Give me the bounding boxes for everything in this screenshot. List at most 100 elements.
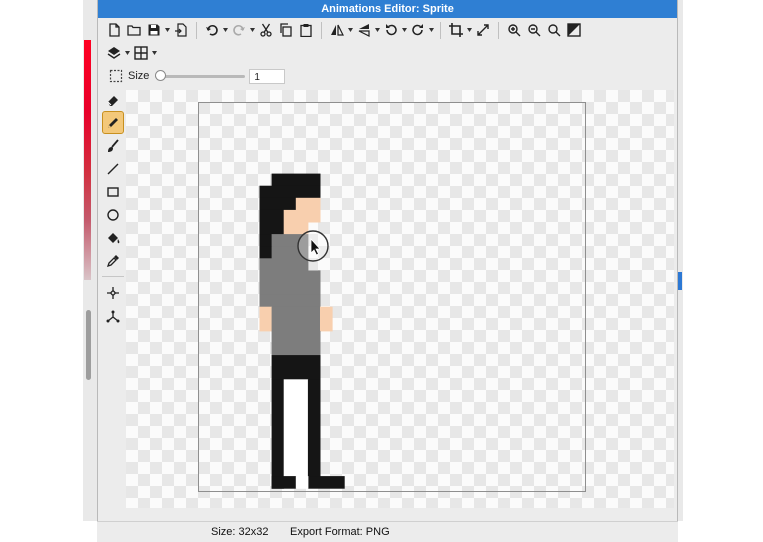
redo-icon (232, 23, 246, 37)
rectangle-icon (106, 185, 120, 199)
sprite-canvas-frame[interactable] (198, 102, 586, 492)
eyedropper-tool[interactable] (102, 249, 124, 272)
invert-icon (567, 23, 581, 37)
zoom-in-icon (507, 23, 521, 37)
size-slider-thumb[interactable] (155, 70, 167, 81)
tool-palette (102, 88, 124, 327)
sprite-pixel (271, 173, 321, 187)
crop-icon (449, 23, 463, 37)
size-label: Size (128, 70, 150, 82)
sprite-pixel (271, 476, 297, 489)
pencil-icon (106, 116, 120, 130)
toolbar-separator (498, 21, 499, 39)
toolbar-separator (321, 21, 322, 39)
save-button[interactable] (144, 20, 164, 40)
redo-button[interactable] (229, 20, 249, 40)
sprite-pixel (259, 185, 321, 199)
flip-horizontal-button[interactable] (327, 20, 347, 40)
pencil-tool[interactable] (102, 111, 124, 134)
sprite-pixel (271, 355, 321, 380)
save-icon (147, 23, 161, 37)
window-title: Animations Editor: Sprite (98, 0, 677, 18)
magic-wand-tool[interactable] (102, 281, 124, 304)
ellipse-tool[interactable] (102, 203, 124, 226)
dropdown-caret-icon[interactable] (428, 28, 435, 32)
status-size: Size: 32x32 (211, 526, 269, 538)
rotate-right-button[interactable] (408, 20, 428, 40)
sprite-pixel (259, 270, 321, 283)
dropdown-caret-icon[interactable] (124, 51, 131, 55)
new-file-button[interactable] (104, 20, 124, 40)
copy-icon (279, 23, 293, 37)
zoom-in-button[interactable] (504, 20, 524, 40)
undo-button[interactable] (202, 20, 222, 40)
sprite-pixel (295, 197, 321, 211)
cut-icon (259, 23, 273, 37)
dropdown-caret-icon[interactable] (151, 51, 158, 55)
background-color-strip (84, 40, 91, 280)
eraser-tool[interactable] (102, 88, 124, 111)
sprite-pixel (320, 306, 333, 332)
size-slider[interactable] (155, 70, 246, 82)
status-export-format: Export Format: PNG (290, 526, 390, 538)
import-button[interactable] (171, 20, 191, 40)
flip-vertical-icon (357, 23, 371, 37)
resize-button[interactable] (473, 20, 493, 40)
sprite-figure (259, 173, 345, 489)
view-toolbar (104, 43, 158, 63)
dropdown-caret-icon[interactable] (249, 28, 256, 32)
dropdown-caret-icon[interactable] (466, 28, 473, 32)
layers-button[interactable] (104, 43, 124, 63)
brush-tool[interactable] (102, 134, 124, 157)
copy-button[interactable] (276, 20, 296, 40)
zoom-actual-button[interactable] (544, 20, 564, 40)
line-tool[interactable] (102, 157, 124, 180)
crop-button[interactable] (446, 20, 466, 40)
paste-button[interactable] (296, 20, 316, 40)
grid-button[interactable] (131, 43, 151, 63)
selection-icon[interactable] (108, 68, 124, 84)
fill-bucket-tool[interactable] (102, 226, 124, 249)
sprite-pixel (271, 343, 321, 356)
rectangle-tool[interactable] (102, 180, 124, 203)
toolbar-separator (440, 21, 441, 39)
sprite-pixel (271, 330, 321, 344)
rotate-right-icon (411, 23, 425, 37)
open-folder-button[interactable] (124, 20, 144, 40)
ellipse-icon (106, 208, 120, 222)
sprite-pixel (259, 294, 321, 308)
undo-icon (205, 23, 219, 37)
flip-vertical-button[interactable] (354, 20, 374, 40)
invert-button[interactable] (564, 20, 584, 40)
new-file-icon (107, 23, 121, 37)
sprite-pixel (271, 306, 321, 332)
background-scrollbar[interactable] (86, 310, 91, 380)
pivot-icon (106, 309, 120, 323)
size-field[interactable]: 1 (249, 68, 286, 84)
rotate-left-icon (384, 23, 398, 37)
open-folder-icon (127, 23, 141, 37)
size-slider-track (155, 75, 246, 78)
dropdown-caret-icon[interactable] (222, 28, 229, 32)
cut-button[interactable] (256, 20, 276, 40)
eraser-icon (106, 93, 120, 107)
sprite-pixel (283, 209, 321, 223)
pivot-tool[interactable] (102, 304, 124, 327)
grid-icon (134, 46, 148, 60)
tool-separator (102, 276, 124, 277)
dropdown-caret-icon[interactable] (347, 28, 354, 32)
sprite-pixel (271, 379, 285, 489)
sprite-pixel (259, 222, 285, 235)
sprite-pixel (259, 197, 297, 211)
brush-icon (106, 138, 120, 153)
dropdown-caret-icon[interactable] (374, 28, 381, 32)
drawing-canvas[interactable] (126, 90, 674, 508)
dropdown-caret-icon[interactable] (401, 28, 408, 32)
rotate-left-button[interactable] (381, 20, 401, 40)
sprite-pixel (259, 246, 273, 259)
zoom-out-button[interactable] (524, 20, 544, 40)
toolbar-separator (196, 21, 197, 39)
dropdown-caret-icon[interactable] (164, 28, 171, 32)
sprite-pixel (283, 379, 309, 489)
sprite-pixel (295, 476, 309, 489)
